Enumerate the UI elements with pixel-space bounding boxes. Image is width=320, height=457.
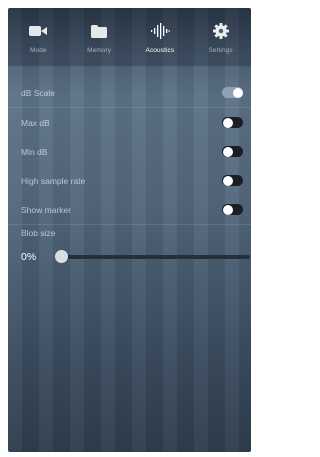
setting-show-marker: Show marker <box>8 195 251 224</box>
toggle-knob <box>222 175 233 186</box>
show-marker-toggle[interactable] <box>222 204 243 215</box>
tab-mode[interactable]: Mode <box>8 8 69 66</box>
slider-track <box>56 255 250 259</box>
high-sample-rate-label: High sample rate <box>21 175 86 186</box>
blob-size-slider[interactable] <box>55 250 250 264</box>
tab-settings[interactable]: Settings <box>190 8 251 66</box>
gear-icon <box>212 21 229 41</box>
folder-icon <box>90 21 108 41</box>
tab-settings-label: Settings <box>208 47 233 54</box>
min-db-toggle[interactable] <box>222 146 243 157</box>
tab-acoustics[interactable]: Acoustics <box>130 8 191 66</box>
setting-min-db: Min dB <box>8 137 251 166</box>
max-db-label: Max dB <box>21 117 50 128</box>
min-db-label: Min dB <box>21 146 48 157</box>
settings-list: dB Scale Max dB Min dB High sample rate … <box>8 78 251 225</box>
waveform-icon <box>150 21 170 41</box>
setting-max-db: Max dB <box>8 108 251 137</box>
tab-memory[interactable]: Memory <box>69 8 130 66</box>
toggle-knob <box>222 204 233 215</box>
toggle-knob <box>232 87 243 98</box>
tab-mode-label: Mode <box>30 47 47 54</box>
toggle-knob <box>222 146 233 157</box>
tab-bar: Mode Memory Acoustics Settings <box>8 8 251 66</box>
divider <box>8 224 251 225</box>
blob-size-value: 0% <box>21 251 37 263</box>
high-sample-rate-toggle[interactable] <box>222 175 243 186</box>
toggle-knob <box>222 117 233 128</box>
blob-size-label: Blob size <box>21 228 56 238</box>
tab-memory-label: Memory <box>87 47 112 54</box>
video-camera-icon <box>28 21 48 41</box>
show-marker-label: Show marker <box>21 204 72 215</box>
max-db-toggle[interactable] <box>222 117 243 128</box>
acoustics-panel: Mode Memory Acoustics Settings dB Scale … <box>8 8 251 452</box>
setting-db-scale: dB Scale <box>8 78 251 107</box>
db-scale-toggle[interactable] <box>222 87 243 98</box>
db-scale-label: dB Scale <box>21 87 56 98</box>
slider-thumb[interactable] <box>55 250 68 263</box>
tab-acoustics-label: Acoustics <box>145 47 175 54</box>
setting-high-sample-rate: High sample rate <box>8 166 251 195</box>
